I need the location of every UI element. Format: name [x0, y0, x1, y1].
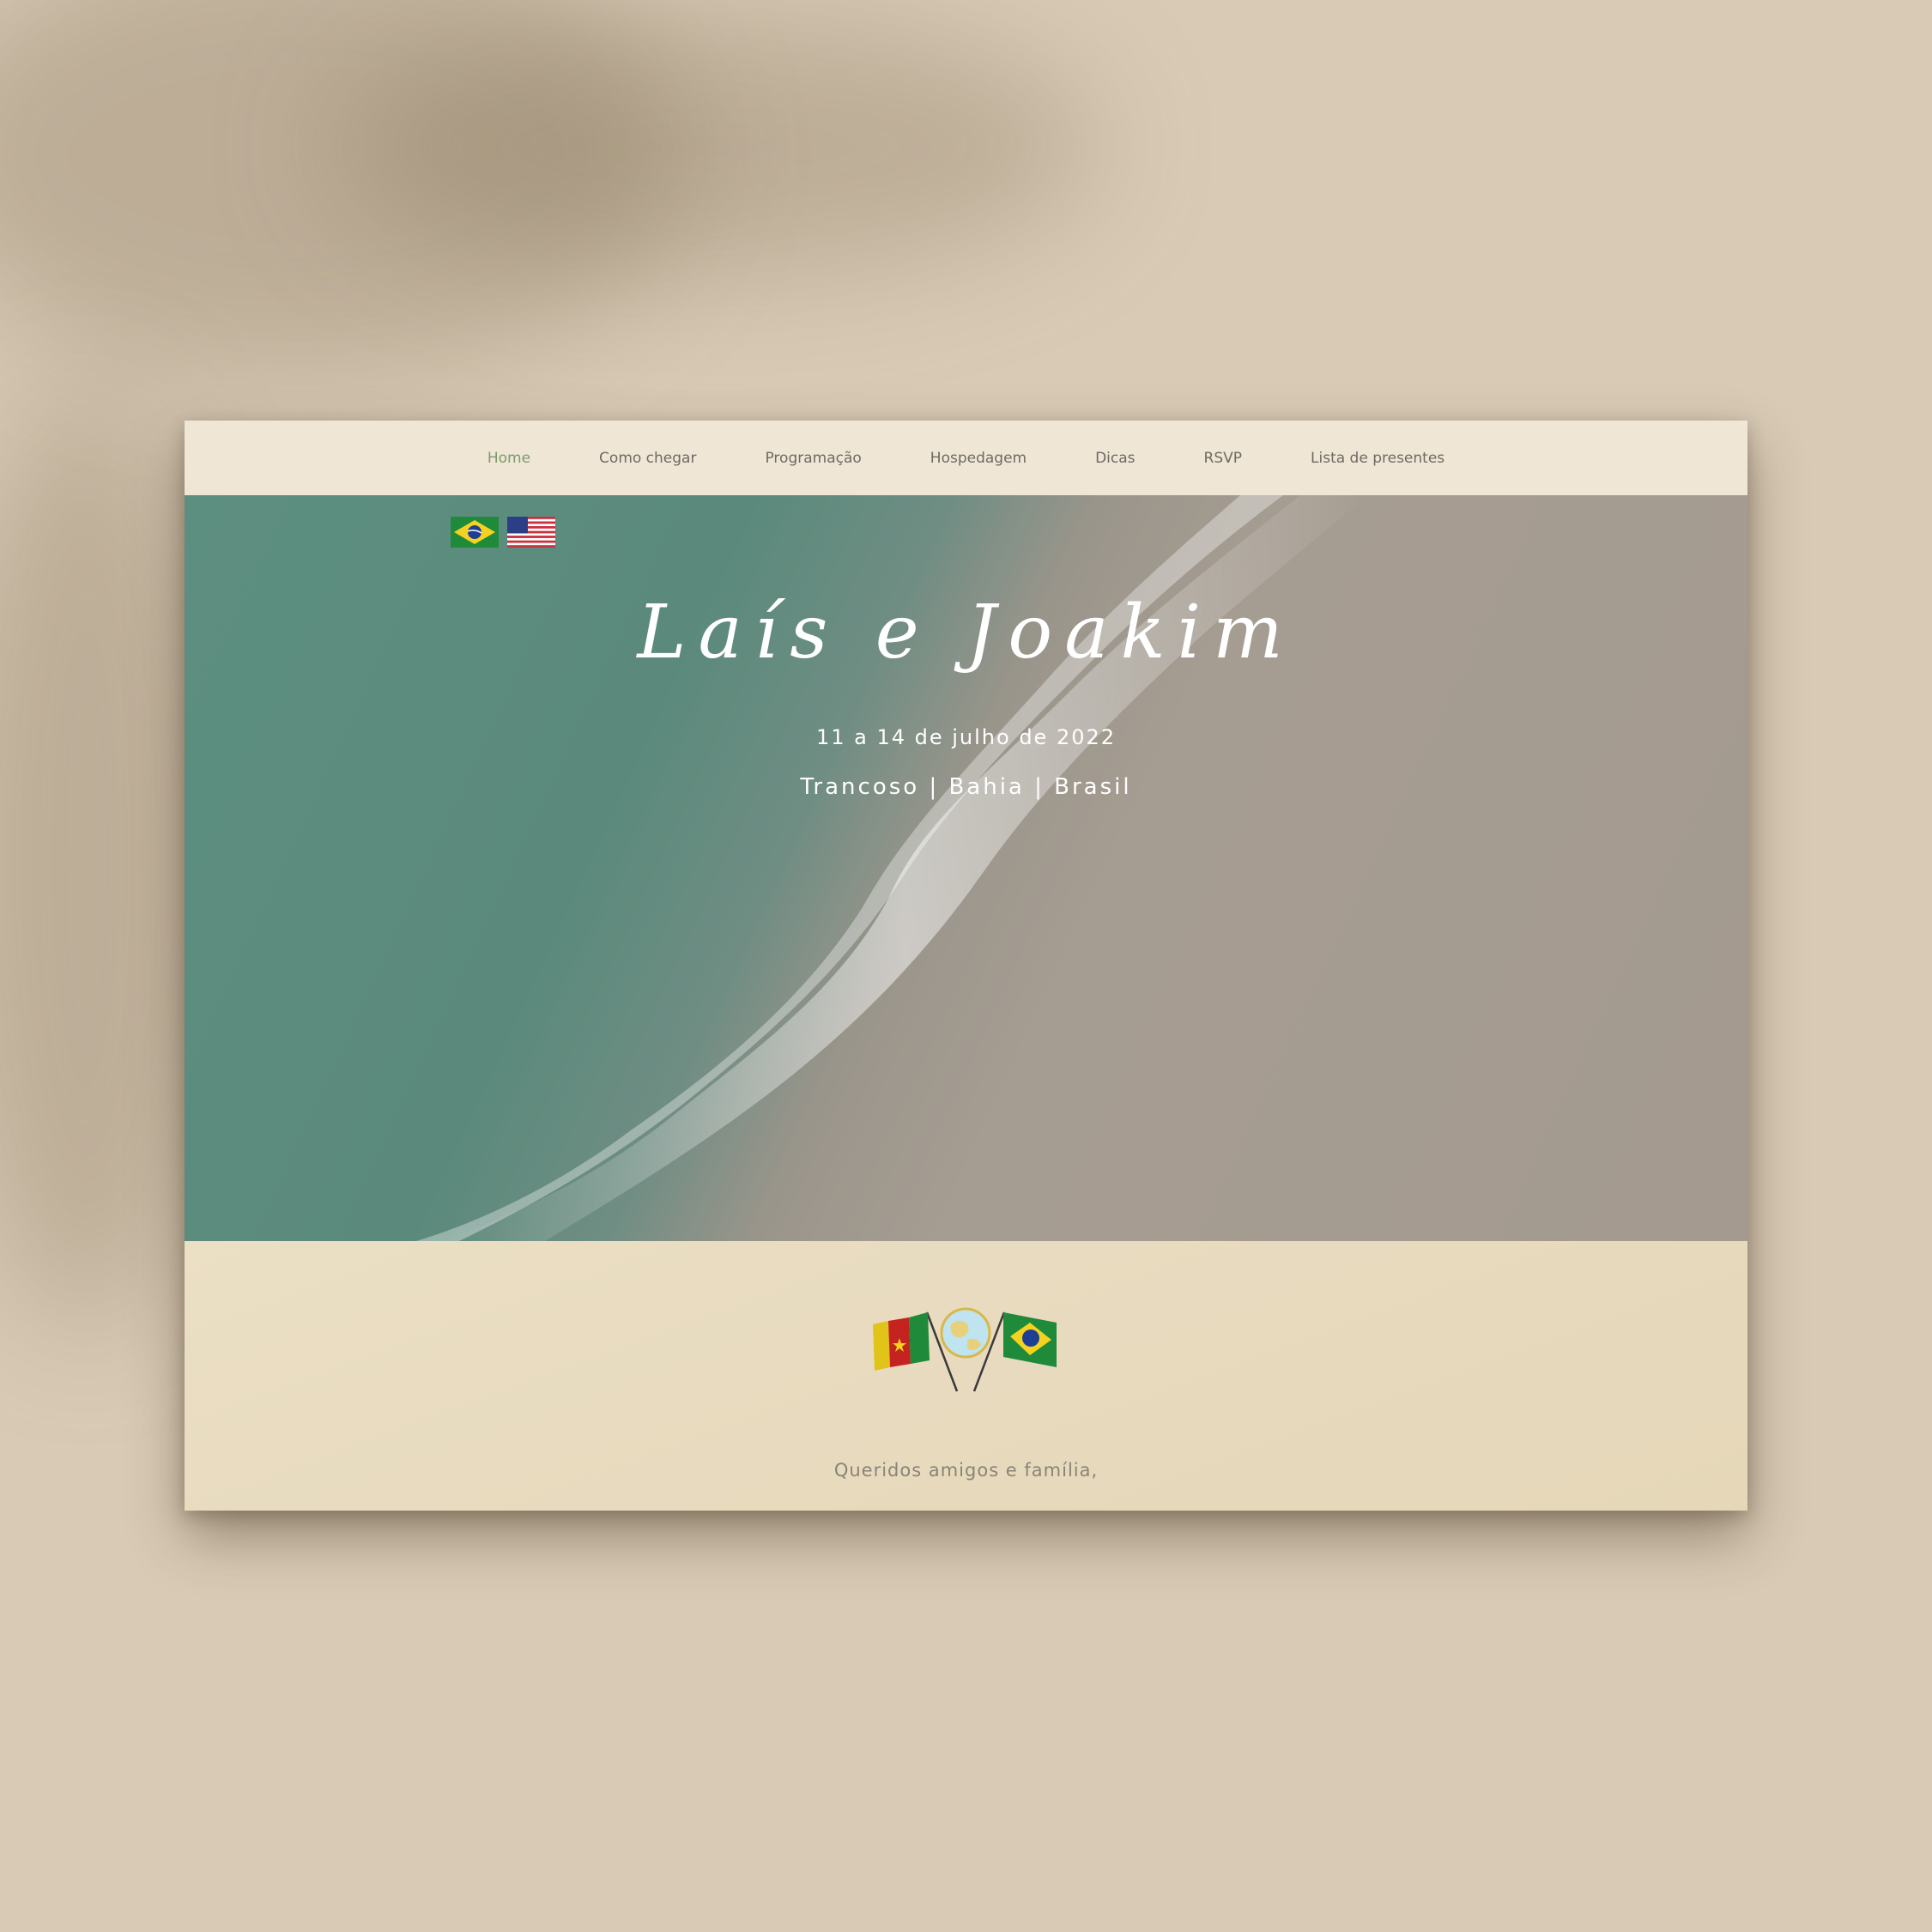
greeting-text: Queridos amigos e família, — [833, 1460, 1099, 1481]
nav-hospedagem[interactable]: Hospedagem — [930, 450, 1027, 467]
leaf-shadow — [326, 17, 1099, 275]
event-location: Trancoso | Bahia | Brasil — [800, 774, 1132, 800]
intro-section: Queridos amigos e família, — [185, 1241, 1747, 1511]
nav-home[interactable]: Home — [488, 450, 530, 467]
nav-lista-de-presentes[interactable]: Lista de presentes — [1311, 450, 1444, 467]
nav-rsvp[interactable]: RSVP — [1204, 450, 1242, 467]
couple-names: Laís e Joakim — [637, 590, 1295, 675]
brazil-flag-icon[interactable] — [451, 517, 499, 548]
cameroon-brazil-flags-globe-icon — [873, 1307, 1057, 1392]
nav-como-chegar[interactable]: Como chegar — [599, 450, 696, 467]
website-mockup: Home Como chegar Programação Hospedagem … — [185, 421, 1747, 1511]
hero-video: Laís e Joakim 11 a 14 de julho de 2022 T… — [185, 495, 1747, 1241]
event-dates: 11 a 14 de julho de 2022 — [815, 725, 1117, 749]
nav-programacao[interactable]: Programação — [765, 450, 861, 467]
nav-dicas[interactable]: Dicas — [1095, 450, 1135, 467]
top-navbar: Home Como chegar Programação Hospedagem … — [185, 421, 1747, 496]
language-switcher — [451, 517, 555, 548]
usa-flag-icon[interactable] — [507, 517, 555, 548]
